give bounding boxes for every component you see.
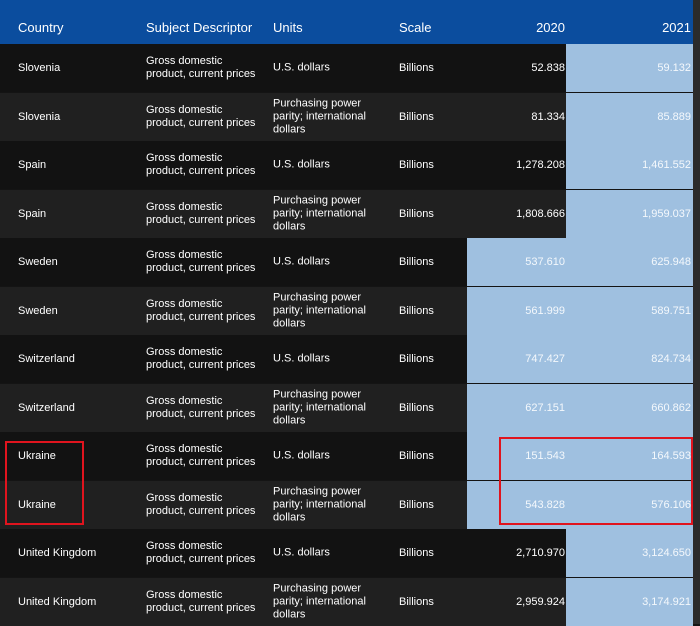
annotation-box-values [499, 437, 693, 525]
header-2020[interactable]: 2020 [536, 20, 565, 35]
cell-subject-descriptor: Gross domestic product, current prices [146, 297, 256, 323]
table-row[interactable]: Switzerland Gross domestic product, curre… [0, 383, 693, 432]
annotation-box-ukraine [5, 441, 84, 525]
cell-scale: Billions [399, 498, 434, 511]
cell-country: Switzerland [18, 401, 75, 414]
cell-2020: 2,959.924 [516, 595, 565, 608]
cell-2020: 2,710.970 [516, 547, 565, 559]
header-subject-descriptor[interactable]: Subject Descriptor [146, 20, 252, 35]
cell-scale: Billions [399, 547, 434, 559]
header-2021[interactable]: 2021 [662, 20, 691, 35]
header-scale[interactable]: Scale [399, 20, 432, 35]
cell-units: Purchasing power parity; international d… [273, 485, 366, 523]
header-country[interactable]: Country [18, 20, 64, 35]
table-row[interactable]: Sweden Gross domestic product, current pr… [0, 286, 693, 335]
cell-2021: 660.862 [651, 401, 691, 414]
cell-country: Switzerland [18, 353, 75, 365]
cell-2020: 1,808.666 [516, 207, 565, 220]
table-row[interactable]: United Kingdom Gross domestic product, cu… [0, 529, 693, 577]
cell-units: U.S. dollars [273, 546, 330, 559]
cell-subject-descriptor: Gross domestic product, current prices [146, 540, 256, 565]
header-units[interactable]: Units [273, 20, 303, 35]
cell-subject-descriptor: Gross domestic product, current prices [146, 152, 256, 177]
cell-2020: 537.610 [525, 256, 565, 268]
cell-scale: Billions [399, 207, 434, 220]
cell-2021: 589.751 [651, 304, 691, 317]
table-row[interactable]: Slovenia Gross domestic product, current … [0, 44, 693, 92]
cell-2021: 1,959.037 [642, 207, 691, 220]
cell-subject-descriptor: Gross domestic product, current prices [146, 249, 256, 274]
cell-units: U.S. dollars [273, 352, 330, 365]
table-row[interactable]: Slovenia Gross domestic product, current … [0, 92, 693, 141]
cell-scale: Billions [399, 595, 434, 608]
cell-2021: 1,461.552 [642, 159, 691, 171]
cell-units: Purchasing power parity; international d… [273, 291, 366, 329]
cell-units: U.S. dollars [273, 61, 330, 74]
table-row[interactable]: Sweden Gross domestic product, current pr… [0, 238, 693, 286]
cell-units: Purchasing power parity; international d… [273, 97, 366, 135]
cell-country: Sweden [18, 256, 58, 268]
cell-subject-descriptor: Gross domestic product, current prices [146, 200, 256, 226]
cell-2021: 3,174.921 [642, 595, 691, 608]
table-row[interactable]: Spain Gross domestic product, current pri… [0, 141, 693, 189]
cell-country: Slovenia [18, 62, 61, 74]
cell-subject-descriptor: Gross domestic product, current prices [146, 55, 256, 80]
cell-units: Purchasing power parity; international d… [273, 194, 366, 232]
cell-units: U.S. dollars [273, 449, 330, 462]
cell-2021: 85.889 [657, 110, 691, 123]
cell-units: U.S. dollars [273, 255, 330, 268]
table-row[interactable]: Switzerland Gross domestic product, curre… [0, 335, 693, 383]
cell-subject-descriptor: Gross domestic product, current prices [146, 346, 256, 371]
cell-subject-descriptor: Gross domestic product, current prices [146, 443, 256, 468]
cell-subject-descriptor: Gross domestic product, current prices [146, 394, 256, 420]
cell-country: Spain [18, 159, 47, 171]
table-row[interactable]: United Kingdom Gross domestic product, cu… [0, 577, 693, 626]
cell-subject-descriptor: Gross domestic product, current prices [146, 588, 256, 614]
cell-scale: Billions [399, 450, 434, 462]
cell-country: Sweden [18, 304, 58, 317]
cell-2021: 59.132 [657, 62, 691, 74]
cell-2020: 747.427 [525, 353, 565, 365]
cell-subject-descriptor: Gross domestic product, current prices [146, 103, 256, 129]
cell-2020: 1,278.208 [516, 159, 565, 171]
cell-country: Slovenia [18, 110, 61, 123]
cell-country: United Kingdom [18, 547, 97, 559]
cell-scale: Billions [399, 256, 434, 268]
cell-scale: Billions [399, 62, 434, 74]
cell-units: Purchasing power parity; international d… [273, 582, 366, 620]
cell-2021: 625.948 [651, 256, 691, 268]
cell-2021: 3,124.650 [642, 547, 691, 559]
cell-scale: Billions [399, 110, 434, 123]
cell-units: U.S. dollars [273, 158, 330, 171]
cell-scale: Billions [399, 401, 434, 414]
cell-2020: 81.334 [531, 110, 565, 123]
cell-scale: Billions [399, 304, 434, 317]
cell-2020: 561.999 [525, 304, 565, 317]
cell-subject-descriptor: Gross domestic product, current prices [146, 491, 256, 517]
cell-country: Spain [18, 207, 47, 220]
cell-country: United Kingdom [18, 595, 97, 608]
cell-2020: 52.838 [531, 62, 565, 74]
cell-scale: Billions [399, 159, 434, 171]
cell-units: Purchasing power parity; international d… [273, 388, 366, 426]
vertical-scrollbar[interactable] [693, 0, 700, 624]
cell-2020: 627.151 [525, 401, 565, 414]
cell-2021: 824.734 [651, 353, 691, 365]
cell-scale: Billions [399, 353, 434, 365]
table-row[interactable]: Spain Gross domestic product, current pri… [0, 189, 693, 238]
